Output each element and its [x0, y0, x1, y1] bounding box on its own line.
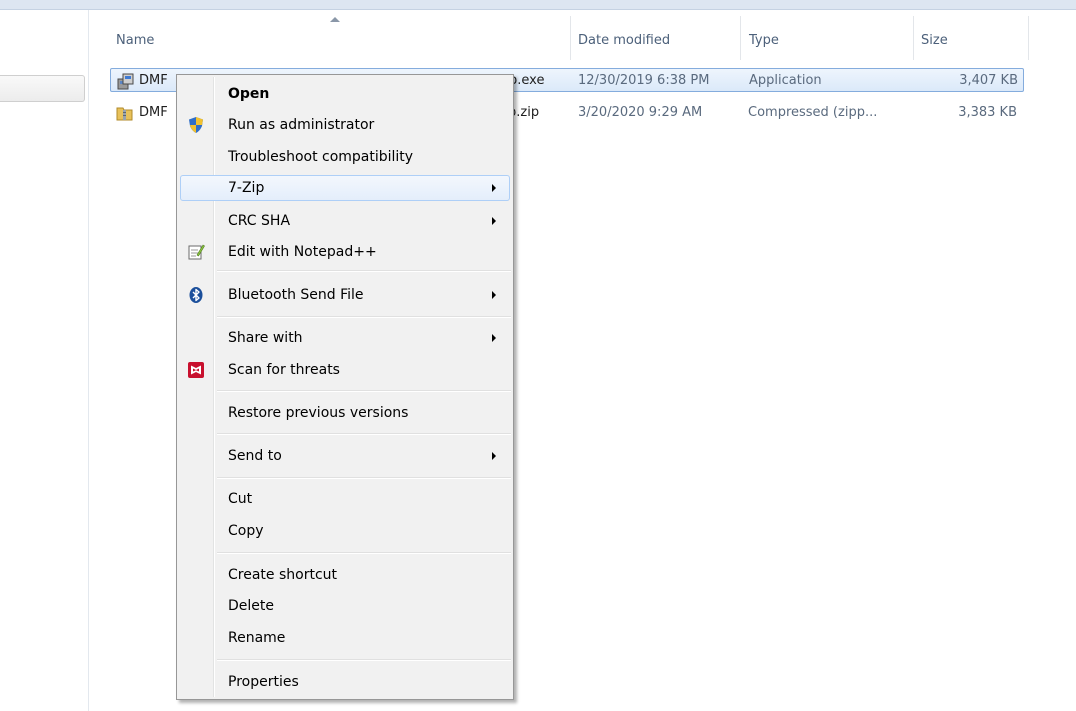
column-header-name[interactable]: Name	[116, 30, 154, 52]
column-divider[interactable]	[740, 16, 741, 60]
menu-item-label: Restore previous versions	[228, 405, 409, 421]
notepad-plus-plus-icon	[188, 244, 205, 260]
file-size: 3,383 KB	[958, 105, 1017, 120]
window-top-divider	[0, 9, 1076, 10]
menu-item-label: Open	[228, 86, 270, 102]
column-header-type[interactable]: Type	[749, 30, 779, 52]
menu-item-edit-with-notepad-plus-plus[interactable]: Edit with Notepad++	[180, 239, 510, 265]
submenu-arrow-icon	[492, 217, 496, 225]
submenu-arrow-icon	[492, 334, 496, 342]
submenu-arrow-icon	[492, 452, 496, 460]
menu-item-create-shortcut[interactable]: Create shortcut	[180, 562, 510, 588]
menu-item-label: Bluetooth Send File	[228, 287, 364, 303]
navigation-pane	[0, 10, 89, 711]
submenu-arrow-icon	[492, 291, 496, 299]
menu-item-copy[interactable]: Copy	[180, 518, 510, 544]
menu-item-label: Rename	[228, 630, 286, 646]
menu-item-run-as-administrator[interactable]: Run as administrator	[180, 112, 510, 138]
menu-item-label: CRC SHA	[228, 213, 291, 229]
column-header-size[interactable]: Size	[921, 30, 948, 52]
bluetooth-icon	[189, 287, 203, 303]
submenu-arrow-icon	[492, 184, 496, 192]
file-type: Compressed (zipp...	[748, 105, 878, 120]
menu-separator	[217, 552, 511, 554]
uac-shield-icon	[189, 117, 203, 133]
zip-folder-icon	[116, 107, 133, 121]
context-menu: Open Run as administrator Troubleshoot c…	[176, 74, 514, 700]
file-name: DMF	[139, 105, 168, 120]
menu-item-label: Run as administrator	[228, 117, 375, 133]
menu-item-crc-sha[interactable]: CRC SHA	[180, 208, 510, 234]
file-date-modified: 12/30/2019 6:38 PM	[578, 73, 710, 88]
menu-item-rename[interactable]: Rename	[180, 625, 510, 651]
menu-item-properties[interactable]: Properties	[180, 669, 510, 695]
menu-item-share-with[interactable]: Share with	[180, 325, 510, 351]
menu-item-label: Send to	[228, 448, 282, 464]
window-top-strip	[0, 0, 1076, 9]
column-divider[interactable]	[913, 16, 914, 60]
menu-item-open[interactable]: Open	[180, 81, 510, 107]
menu-item-delete[interactable]: Delete	[180, 593, 510, 619]
menu-separator	[217, 659, 511, 661]
file-name: DMF	[139, 73, 168, 88]
menu-item-cut[interactable]: Cut	[180, 486, 510, 512]
application-icon	[117, 73, 134, 90]
menu-item-label: Delete	[228, 598, 274, 614]
file-date-modified: 3/20/2020 9:29 AM	[578, 105, 703, 120]
nav-pane-selected-item[interactable]	[0, 75, 85, 102]
menu-item-label: Share with	[228, 330, 303, 346]
menu-separator	[217, 316, 511, 318]
menu-item-scan-for-threats[interactable]: Scan for threats	[180, 357, 510, 383]
menu-item-bluetooth-send-file[interactable]: Bluetooth Send File	[180, 282, 510, 308]
menu-item-label: Cut	[228, 491, 253, 507]
file-name-suffix: p.exe	[509, 73, 545, 88]
menu-item-label: Create shortcut	[228, 567, 338, 583]
column-divider[interactable]	[570, 16, 571, 60]
column-header-date-modified[interactable]: Date modified	[578, 30, 670, 52]
file-type: Application	[749, 73, 822, 88]
menu-item-label: Copy	[228, 523, 264, 539]
column-divider[interactable]	[1028, 16, 1029, 60]
menu-separator	[217, 270, 511, 272]
mcafee-icon	[188, 362, 204, 378]
menu-item-label: Properties	[228, 674, 299, 690]
menu-item-label: Scan for threats	[228, 362, 340, 378]
menu-separator	[217, 433, 511, 435]
menu-separator	[217, 390, 511, 392]
file-size: 3,407 KB	[959, 73, 1018, 88]
menu-item-send-to[interactable]: Send to	[180, 443, 510, 469]
sort-ascending-icon	[330, 17, 340, 22]
menu-item-7-zip[interactable]: 7-Zip	[180, 175, 510, 201]
menu-item-label: 7-Zip	[228, 180, 265, 196]
menu-item-restore-previous-versions[interactable]: Restore previous versions	[180, 400, 510, 426]
menu-separator	[217, 477, 511, 479]
menu-item-label: Troubleshoot compatibility	[228, 149, 414, 165]
menu-item-troubleshoot-compatibility[interactable]: Troubleshoot compatibility	[180, 144, 510, 170]
menu-item-label: Edit with Notepad++	[228, 244, 377, 260]
